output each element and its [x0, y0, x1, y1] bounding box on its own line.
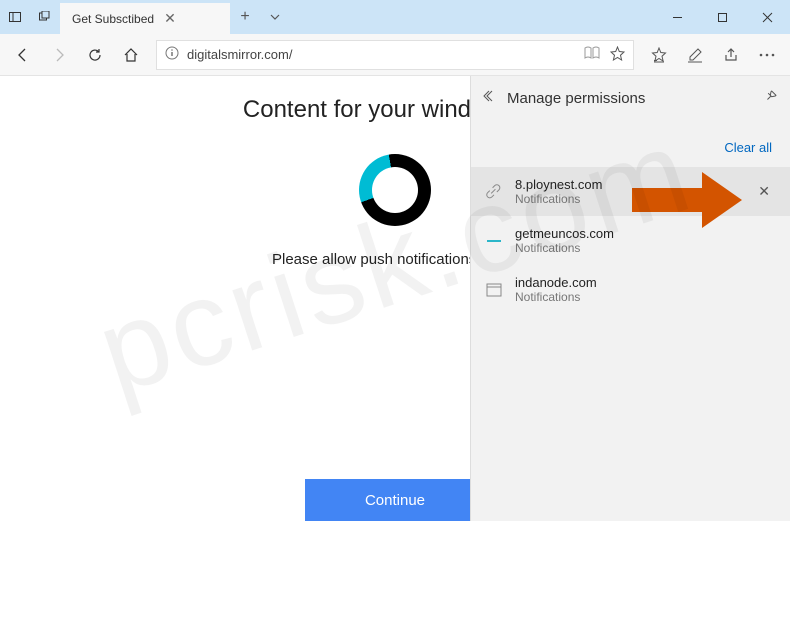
notes-pen-icon[interactable]: [678, 38, 712, 72]
dash-icon: [485, 232, 503, 250]
permission-item[interactable]: 8.ploynest.com Notifications ✕: [471, 167, 790, 216]
refresh-button[interactable]: [78, 38, 112, 72]
permission-domain: indanode.com: [515, 275, 597, 290]
window-close-button[interactable]: [745, 0, 790, 34]
remove-permission-button[interactable]: ✕: [752, 179, 776, 204]
forward-button: [42, 38, 76, 72]
window-maximize-button[interactable]: [700, 0, 745, 34]
tab-menu-chevron-icon[interactable]: [260, 0, 290, 34]
more-menu-icon[interactable]: [750, 38, 784, 72]
reading-view-icon[interactable]: [584, 46, 600, 64]
permission-domain: getmeuncos.com: [515, 226, 614, 241]
continue-button[interactable]: Continue: [305, 479, 485, 521]
new-tab-button[interactable]: +: [230, 0, 260, 34]
browser-toolbar: digitalsmirror.com/: [0, 34, 790, 76]
sidebar-toggle-icon[interactable]: [0, 0, 30, 34]
tab-close-icon[interactable]: ✕: [164, 10, 176, 27]
window-titlebar: Get Subsctibed ✕ +: [0, 0, 790, 34]
address-url: digitalsmirror.com/: [187, 47, 292, 62]
permission-type: Notifications: [515, 241, 614, 255]
back-button[interactable]: [6, 38, 40, 72]
address-bar[interactable]: digitalsmirror.com/: [156, 40, 634, 70]
permission-list: 8.ploynest.com Notifications ✕ getmeunco…: [471, 167, 790, 314]
panel-title: Manage permissions: [507, 90, 645, 107]
spinner-ring-icon: [359, 154, 431, 226]
window-minimize-button[interactable]: [655, 0, 700, 34]
favorite-star-icon[interactable]: [610, 46, 625, 64]
link-icon: [485, 183, 503, 201]
tab-title: Get Subsctibed: [72, 12, 154, 26]
window-icon: [485, 281, 503, 299]
panel-pin-icon[interactable]: [764, 89, 778, 108]
favorites-menu-icon[interactable]: [642, 38, 676, 72]
annotation-arrow-icon: [632, 172, 742, 228]
home-button[interactable]: [114, 38, 148, 72]
panel-back-icon[interactable]: [483, 89, 497, 108]
permission-item[interactable]: getmeuncos.com Notifications: [471, 216, 790, 265]
share-icon[interactable]: [714, 38, 748, 72]
browser-tab[interactable]: Get Subsctibed ✕: [60, 3, 230, 34]
permission-domain: 8.ploynest.com: [515, 177, 602, 192]
permission-type: Notifications: [515, 290, 597, 304]
permission-item[interactable]: indanode.com Notifications: [471, 265, 790, 314]
permissions-panel: Manage permissions Clear all 8.ploynest.…: [470, 76, 790, 521]
site-info-icon[interactable]: [165, 46, 179, 63]
permission-type: Notifications: [515, 192, 602, 206]
tabs-aside-icon[interactable]: [30, 0, 60, 34]
clear-all-link[interactable]: Clear all: [724, 140, 772, 155]
